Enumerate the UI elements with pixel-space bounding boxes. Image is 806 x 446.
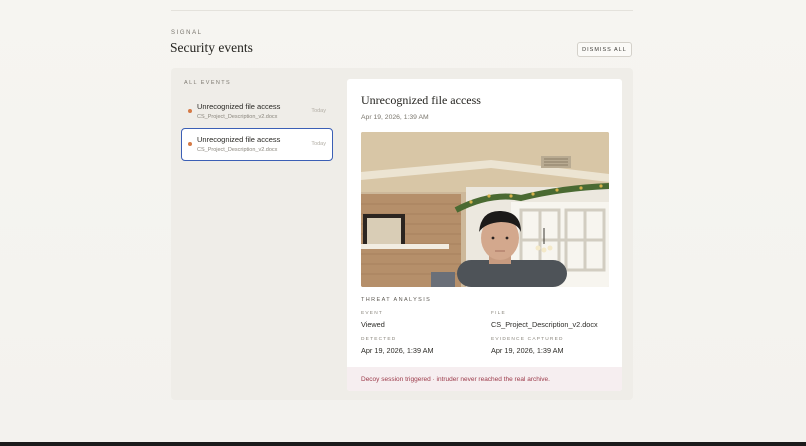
event-time: Today: [311, 141, 326, 147]
event-file: CS_Project_Description_v2.docx: [197, 147, 278, 153]
evidence-photo: [361, 132, 609, 287]
evidence-field-label: EVIDENCE CAPTURED: [491, 337, 564, 342]
event-title: Unrecognized file access: [197, 135, 281, 144]
event-file: CS_Project_Description_v2.docx: [197, 114, 278, 120]
event-title: Unrecognized file access: [197, 102, 281, 111]
status-dot: [188, 109, 192, 113]
detected-field-value: Apr 19, 2026, 1:39 AM: [361, 346, 434, 355]
threat-analysis-heading: THREAT ANALYSIS: [361, 297, 432, 303]
event-field-value: Viewed: [361, 320, 385, 329]
page-title: Security events: [170, 40, 253, 55]
bottom-edge: [0, 442, 806, 446]
detail-title: Unrecognized file access: [361, 93, 481, 107]
detail-date: Apr 19, 2026, 1:39 AM: [361, 114, 429, 121]
top-divider: [171, 10, 633, 11]
event-list-item-selected[interactable]: Unrecognized file access CS_Project_Desc…: [181, 128, 333, 161]
section-eyebrow: SIGNAL: [171, 30, 203, 36]
file-field-label: FILE: [491, 311, 506, 316]
event-list-item[interactable]: Unrecognized file access CS_Project_Desc…: [181, 96, 333, 129]
events-list-heading: ALL EVENTS: [184, 80, 232, 86]
dismiss-all-button[interactable]: DISMISS ALL: [577, 42, 632, 57]
detected-field-label: DETECTED: [361, 337, 397, 342]
event-field-label: EVENT: [361, 311, 383, 316]
decoy-notice: Decoy session triggered · intruder never…: [347, 367, 622, 391]
evidence-field-value: Apr 19, 2026, 1:39 AM: [491, 346, 564, 355]
event-time: Today: [311, 108, 326, 114]
status-dot: [188, 142, 192, 146]
event-detail-card: Unrecognized file access Apr 19, 2026, 1…: [347, 79, 622, 391]
file-field-value: CS_Project_Description_v2.docx: [491, 320, 598, 329]
